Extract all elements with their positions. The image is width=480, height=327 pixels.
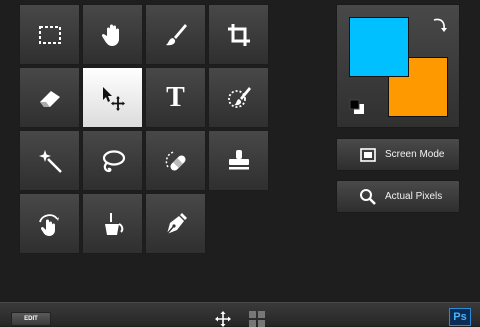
actual-pixels-button[interactable]: Actual Pixels — [336, 180, 460, 213]
stamp-icon — [228, 149, 249, 169]
brush-tool[interactable] — [145, 4, 206, 65]
lasso-tool[interactable] — [82, 130, 143, 191]
clone-stamp-tool[interactable] — [208, 130, 269, 191]
move-tool[interactable] — [82, 67, 143, 128]
screen-mode-icon — [360, 147, 376, 162]
eraser-tool[interactable] — [19, 67, 80, 128]
marquee-tool[interactable] — [19, 4, 80, 65]
finger-icon — [38, 213, 59, 236]
hand-icon — [101, 24, 119, 46]
type-tool[interactable]: T — [145, 67, 206, 128]
pen-nib-icon — [165, 212, 187, 234]
paint-bucket-tool[interactable] — [82, 193, 143, 254]
photoshop-app-icon[interactable]: Ps — [449, 308, 471, 326]
actual-pixels-label: Actual Pixels — [385, 191, 443, 202]
eraser-icon — [39, 90, 60, 107]
lasso-icon — [102, 149, 125, 172]
brush-icon — [165, 23, 187, 45]
smudge-tool[interactable] — [19, 193, 80, 254]
move-arrow-icon — [102, 86, 125, 111]
magic-wand-tool[interactable] — [19, 130, 80, 191]
foreground-color-swatch[interactable] — [349, 17, 409, 77]
text-t-icon: T — [166, 81, 185, 113]
color-panel — [336, 4, 460, 128]
crop-icon — [227, 23, 250, 46]
hand-tool[interactable] — [82, 4, 143, 65]
bucket-icon — [104, 212, 123, 235]
screen-mode-button[interactable]: Screen Mode — [336, 138, 460, 171]
default-colors-icon[interactable] — [348, 98, 366, 116]
edit-button[interactable]: EDIT — [11, 312, 51, 326]
pen-tool[interactable] — [145, 193, 206, 254]
crop-tool[interactable] — [208, 4, 269, 65]
quick-selection-brush-icon — [227, 86, 251, 108]
screen-mode-label: Screen Mode — [385, 149, 445, 160]
quick-selection-tool[interactable] — [208, 67, 269, 128]
swap-colors-icon[interactable] — [430, 16, 448, 34]
bottom-toolbar: EDIT Ps — [0, 302, 480, 327]
bandage-icon — [165, 150, 186, 171]
magic-wand-icon — [38, 149, 62, 173]
dashed-rectangle-icon — [38, 25, 61, 44]
magnifier-icon — [360, 188, 376, 205]
healing-tool[interactable] — [145, 130, 206, 191]
